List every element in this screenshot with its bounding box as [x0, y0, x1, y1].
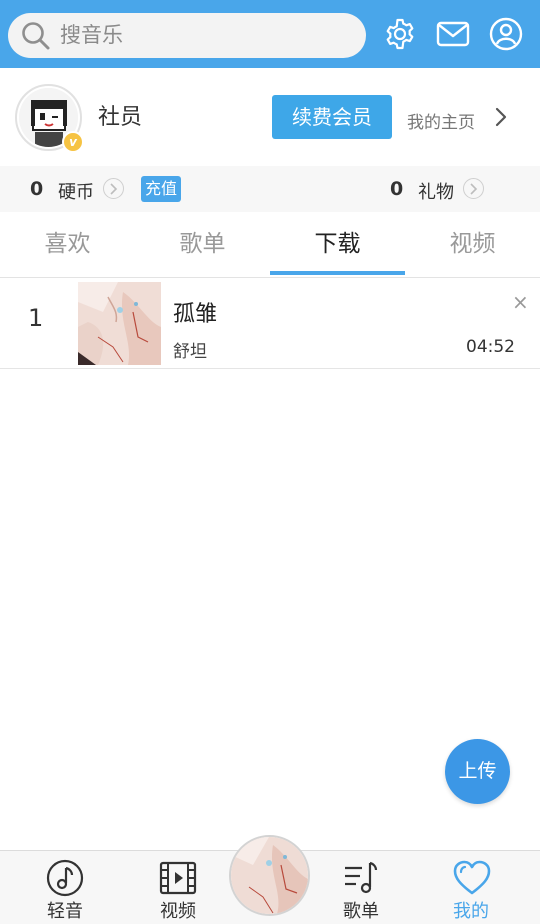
username: 社员 [98, 105, 143, 130]
song-cover-image [78, 282, 161, 365]
tab-playlists[interactable]: 歌单 [135, 212, 270, 278]
chevron-right-icon[interactable] [494, 106, 508, 128]
upload-button[interactable]: 上传 [445, 739, 510, 804]
now-playing-disc[interactable] [229, 835, 310, 916]
tab-downloads[interactable]: 下载 [270, 212, 405, 278]
song-index: 1 [28, 304, 44, 332]
search-icon [22, 22, 50, 50]
film-icon [159, 861, 197, 895]
tab-videos[interactable]: 视频 [405, 212, 540, 278]
coins-label: 硬币 [58, 182, 94, 203]
gifts-count: 0 [390, 178, 404, 200]
active-tab-indicator [270, 271, 405, 275]
nav-item-video[interactable]: 视频 [128, 851, 228, 924]
music-note-icon [46, 859, 84, 897]
search-input[interactable] [60, 20, 350, 50]
song-title: 孤雏 [173, 302, 218, 327]
recharge-button[interactable]: 充值 [141, 176, 181, 202]
song-duration: 04:52 [466, 337, 515, 357]
coins-count: 0 [30, 178, 44, 200]
search-box[interactable] [8, 13, 366, 58]
nav-item-playlist[interactable]: 歌单 [311, 851, 411, 924]
close-icon[interactable]: × [512, 292, 529, 312]
nav-item-mine[interactable]: 我的 [421, 851, 521, 924]
my-homepage-link[interactable]: 我的主页 [407, 108, 475, 133]
tab-likes[interactable]: 喜欢 [0, 212, 135, 278]
profile-section: v 社员 续费会员 我的主页 [0, 68, 540, 166]
coins-arrow-icon[interactable] [103, 178, 124, 199]
nav-item-light-music[interactable]: 轻音 [15, 851, 115, 924]
nav-label-light-music: 轻音 [47, 901, 83, 922]
mail-icon[interactable] [436, 17, 470, 51]
gifts-label: 礼物 [418, 182, 454, 203]
stats-bar: 0 硬币 充值 0 礼物 [0, 166, 540, 212]
gifts-arrow-icon[interactable] [463, 178, 484, 199]
top-bar [0, 0, 540, 68]
avatar[interactable]: v [15, 84, 84, 153]
tab-bar: 喜欢 歌单 下载 视频 [0, 212, 540, 278]
song-artist: 舒坦 [173, 342, 207, 362]
vip-badge-icon: v [62, 131, 84, 153]
gear-icon[interactable] [383, 17, 417, 51]
nav-label-video: 视频 [160, 901, 196, 922]
heart-icon [453, 860, 491, 895]
user-icon[interactable] [489, 17, 523, 51]
song-row[interactable]: 1 孤雏 舒坦 04:52 × [0, 278, 540, 369]
renew-membership-button[interactable]: 续费会员 [272, 95, 392, 139]
playlist-icon [345, 861, 378, 894]
nav-label-mine: 我的 [453, 901, 489, 922]
nav-label-playlist: 歌单 [343, 901, 379, 922]
